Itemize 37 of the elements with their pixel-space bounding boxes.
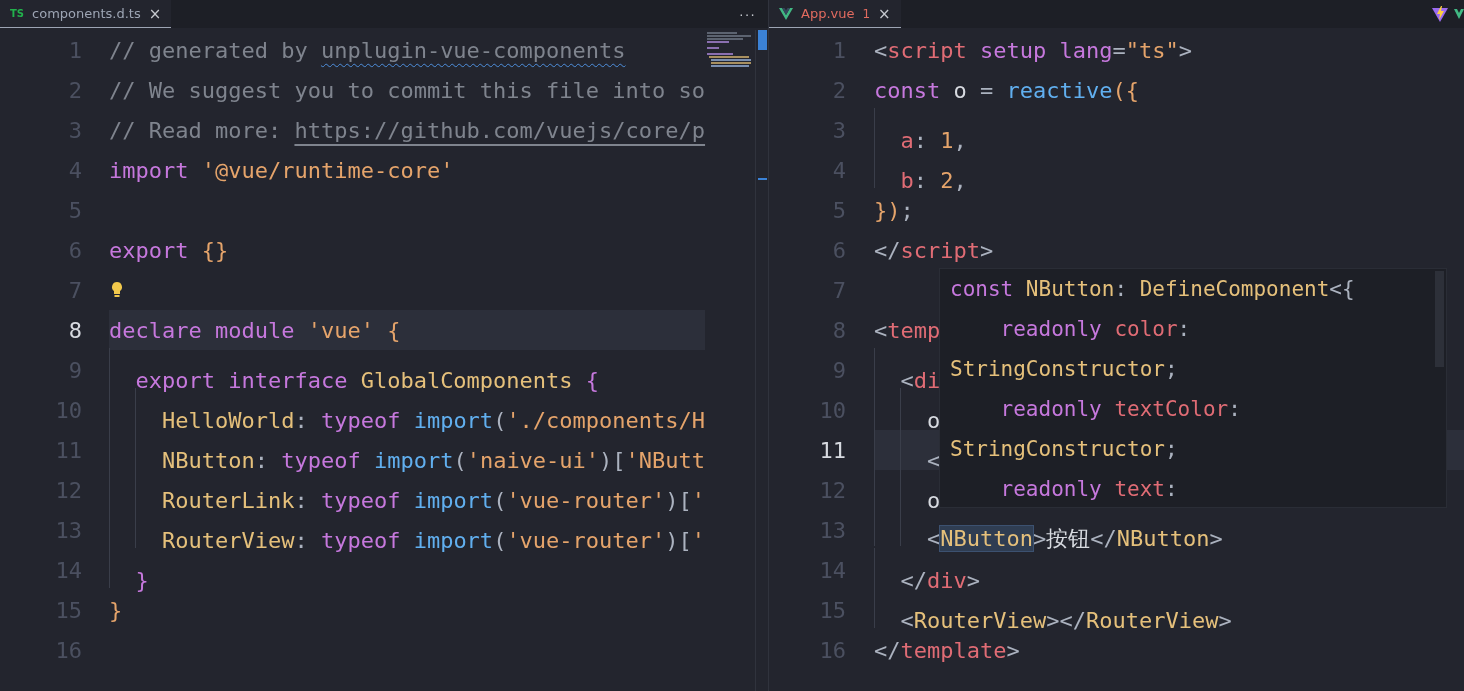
tooltip-line: const NButton: DefineComponent<{ bbox=[950, 277, 1355, 301]
code-line: </script> bbox=[874, 237, 994, 263]
code-line: // We suggest you to commit this file into so bbox=[109, 77, 706, 103]
code-line: <di bbox=[874, 347, 941, 393]
code-line: </div> bbox=[874, 547, 980, 593]
code-line: <temp bbox=[874, 317, 941, 343]
tooltip-line: StringConstructor; bbox=[950, 437, 1178, 461]
more-actions-button[interactable]: ··· bbox=[727, 0, 768, 28]
scrollbar-thumb[interactable] bbox=[758, 30, 768, 50]
code-line: </template> bbox=[874, 637, 1020, 663]
editor-tab[interactable]: TS components.d.ts × bbox=[0, 0, 172, 28]
tooltip-line: readonly textColor: bbox=[999, 397, 1241, 421]
tooltip-line: StringConstructor; bbox=[950, 357, 1178, 381]
vue-logo-icon[interactable] bbox=[1454, 7, 1464, 21]
code-line: // Read more: https://github.com/vuejs/core/p bbox=[109, 117, 706, 143]
code-line: }); bbox=[874, 197, 914, 223]
code-line: // generated by unplugin-vue-components bbox=[109, 37, 626, 63]
close-icon[interactable]: × bbox=[148, 4, 162, 23]
code-line: const o = reactive({ bbox=[874, 77, 1139, 103]
editor-tab[interactable]: App.vue 1 × bbox=[769, 0, 901, 28]
vue-logo-icon bbox=[779, 7, 793, 20]
lightbulb-icon[interactable] bbox=[110, 281, 124, 299]
code-line: declare module 'vue' { bbox=[109, 317, 401, 343]
cursor-marker bbox=[758, 178, 768, 180]
tooltip-line: readonly text: bbox=[999, 477, 1178, 501]
code-line: } bbox=[109, 597, 123, 623]
code-line: import '@vue/runtime-core' bbox=[109, 157, 454, 183]
line-number: 11 bbox=[818, 437, 846, 463]
tooltip-line: readonly color: bbox=[999, 317, 1191, 341]
lightning-triangle-icon[interactable] bbox=[1432, 6, 1448, 22]
line-number: 8 bbox=[67, 317, 82, 343]
problem-count: 1 bbox=[862, 6, 871, 21]
code-line: a: 1, bbox=[874, 107, 967, 153]
code-line: export {} bbox=[109, 237, 229, 263]
code-line: <script setup lang="ts"> bbox=[874, 37, 1192, 63]
close-icon[interactable]: × bbox=[878, 4, 891, 23]
code-line: } bbox=[109, 547, 149, 593]
